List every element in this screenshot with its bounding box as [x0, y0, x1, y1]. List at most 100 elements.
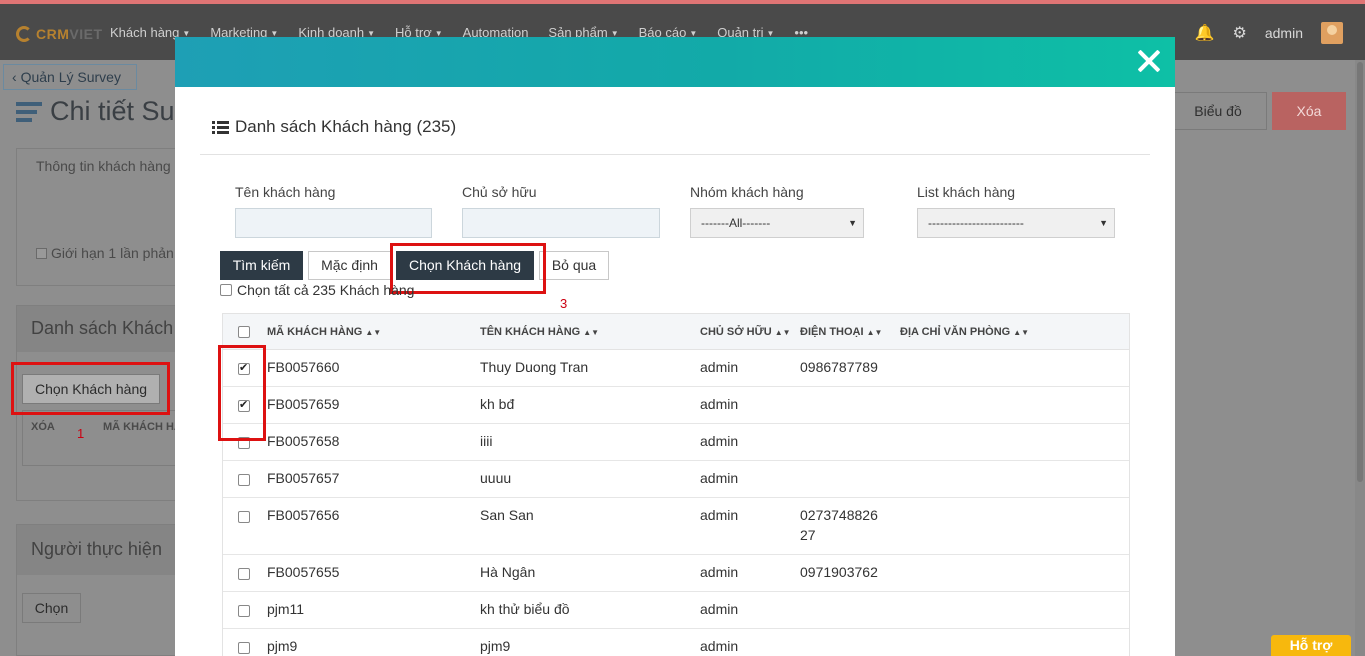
select-all-option[interactable]: Chọn tất cả 235 Khách hàng	[220, 282, 414, 298]
divider	[200, 154, 1150, 155]
customer-info-panel: Thông tin khách hàng Giới hạn 1 lần phản…	[16, 148, 186, 286]
owner-label: Chủ sở hữu	[462, 184, 537, 200]
cell-code: FB0057656	[267, 507, 340, 523]
modal-header	[175, 37, 1175, 87]
cell-code: FB0057657	[267, 470, 340, 486]
table-row[interactable]: pjm11 kh thử biểu đồ admin	[223, 592, 1129, 629]
customer-table: MÃ KHÁCH HÀNG ▲▼ TÊN KHÁCH HÀNG ▲▼ CHỦ SỞ …	[222, 313, 1130, 656]
dropdown-arrow-icon: ▼	[1099, 218, 1108, 228]
skip-button[interactable]: Bỏ qua	[539, 251, 609, 280]
gear-icon[interactable]: ⚙	[1233, 23, 1247, 43]
col-owner[interactable]: CHỦ SỞ HỮU ▲▼	[700, 326, 791, 338]
customer-name-label: Tên khách hàng	[235, 184, 336, 200]
performer-title: Người thực hiện	[17, 525, 185, 575]
sort-icon: ▲▼	[365, 327, 382, 337]
col-customer-name[interactable]: TÊN KHÁCH HÀNG ▲▼	[480, 326, 599, 338]
table-row[interactable]: FB0057658 iiii admin	[223, 424, 1129, 461]
limit-response-option[interactable]: Giới hạn 1 lần phản h	[36, 245, 186, 261]
customer-info-label: Thông tin khách hàng	[36, 158, 171, 174]
search-button[interactable]: Tìm kiếm	[220, 251, 303, 280]
close-icon[interactable]	[1137, 49, 1161, 73]
cell-owner: admin	[700, 433, 739, 449]
cell-owner: admin	[700, 601, 739, 617]
cell-phone: 0273748826	[800, 507, 878, 523]
cell-owner: admin	[700, 564, 739, 580]
cell-owner: admin	[700, 507, 739, 523]
cell-name: Hà Ngân	[480, 564, 536, 580]
customer-name-input[interactable]	[235, 208, 432, 238]
back-to-survey-link[interactable]: ‹ Quản Lý Survey	[3, 64, 137, 90]
cell-code: pjm9	[267, 638, 298, 654]
col-delete: XÓA	[31, 421, 55, 433]
cell-name: iiii	[480, 433, 493, 449]
sort-icon: ▲▼	[583, 327, 600, 337]
delete-button[interactable]: Xóa	[1272, 92, 1346, 130]
customer-list-title: Danh sách Khách	[17, 306, 185, 352]
sort-icon: ▲▼	[866, 327, 883, 337]
cell-code: FB0057658	[267, 433, 340, 449]
customer-list-select[interactable]: ------------------------ ▼	[917, 208, 1115, 238]
cell-name: Thuy Duong Tran	[480, 359, 589, 375]
cell-name: pjm9	[480, 638, 511, 654]
owner-input[interactable]	[462, 208, 660, 238]
avatar[interactable]	[1321, 22, 1343, 44]
annotation-number-3: 3	[560, 296, 568, 311]
col-customer-code: MÃ KHÁCH HÀ	[103, 421, 182, 433]
row-checkbox[interactable]	[238, 605, 250, 617]
cell-owner: admin	[700, 359, 739, 375]
cell-name: San San	[480, 507, 534, 523]
bell-icon[interactable]: 🔔	[1195, 23, 1215, 43]
table-row[interactable]: FB0057660 Thuy Duong Tran admin 0986787789	[223, 350, 1129, 387]
table-row[interactable]: FB0057657 uuuu admin	[223, 461, 1129, 498]
selected-customers-table: XÓA MÃ KHÁCH HÀ	[22, 410, 182, 466]
choose-performer-button[interactable]: Chọn	[22, 593, 81, 623]
cell-owner: admin	[700, 396, 739, 412]
sort-icon: ▲▼	[774, 327, 791, 337]
cell-phone-continued: 27	[800, 527, 816, 543]
cell-owner: admin	[700, 470, 739, 486]
table-body: FB0057660Thuy Duong Tranadmin0986787789F…	[223, 350, 1129, 656]
annotation-number-1: 1	[77, 426, 85, 441]
col-phone[interactable]: ĐIỆN THOẠI ▲▼	[800, 326, 882, 338]
menu-icon	[16, 101, 42, 122]
table-header: MÃ KHÁCH HÀNG ▲▼ TÊN KHÁCH HÀNG ▲▼ CHỦ SỞ …	[223, 314, 1129, 350]
support-button[interactable]: Hỗ trợ	[1271, 635, 1351, 656]
cell-name: kh bđ	[480, 396, 515, 412]
customer-group-label: Nhóm khách hàng	[690, 184, 804, 200]
page-scrollbar[interactable]	[1355, 60, 1365, 656]
table-row[interactable]: FB0057655 Hà Ngân admin 0971903762	[223, 555, 1129, 592]
sort-icon: ▲▼	[1013, 327, 1030, 337]
logo[interactable]: CRMVIET	[16, 24, 103, 44]
default-button[interactable]: Mặc định	[308, 251, 391, 280]
cell-code: pjm11	[267, 601, 305, 617]
cell-owner: admin	[700, 638, 739, 654]
row-checkbox[interactable]	[238, 568, 250, 580]
cell-name: kh thử biểu đồ	[480, 601, 570, 617]
user-name[interactable]: admin	[1265, 25, 1303, 41]
table-row[interactable]: pjm9 pjm9 admin	[223, 629, 1129, 656]
customer-select-modal: Danh sách Khách hàng (235) Tên khách hàn…	[175, 37, 1175, 656]
row-checkbox[interactable]	[238, 511, 250, 523]
row-checkbox[interactable]	[238, 474, 250, 486]
annotation-box-2	[218, 345, 266, 441]
cell-code: FB0057655	[267, 564, 340, 580]
limit-checkbox[interactable]	[36, 247, 47, 259]
cell-code: FB0057660	[267, 359, 340, 375]
logo-icon	[16, 26, 32, 42]
select-all-checkbox[interactable]	[220, 284, 232, 296]
row-checkbox[interactable]	[238, 642, 250, 654]
modal-title: Danh sách Khách hàng (235)	[212, 117, 456, 137]
annotation-box-1	[11, 362, 170, 415]
list-icon	[212, 121, 229, 134]
chart-button[interactable]: Biểu đồ	[1169, 92, 1267, 130]
dropdown-arrow-icon: ▼	[848, 218, 857, 228]
col-office-address[interactable]: ĐỊA CHỈ VĂN PHÒNG ▲▼	[900, 326, 1029, 338]
customer-group-select[interactable]: -------All------- ▼	[690, 208, 864, 238]
cell-name: uuuu	[480, 470, 512, 486]
table-row[interactable]: FB0057656 San San admin 0273748826 27	[223, 498, 1129, 555]
cell-code: FB0057659	[267, 396, 340, 412]
cell-phone: 0986787789	[800, 359, 878, 375]
col-customer-code[interactable]: MÃ KHÁCH HÀNG ▲▼	[267, 326, 381, 338]
header-checkbox[interactable]	[238, 326, 250, 338]
table-row[interactable]: FB0057659 kh bđ admin	[223, 387, 1129, 424]
